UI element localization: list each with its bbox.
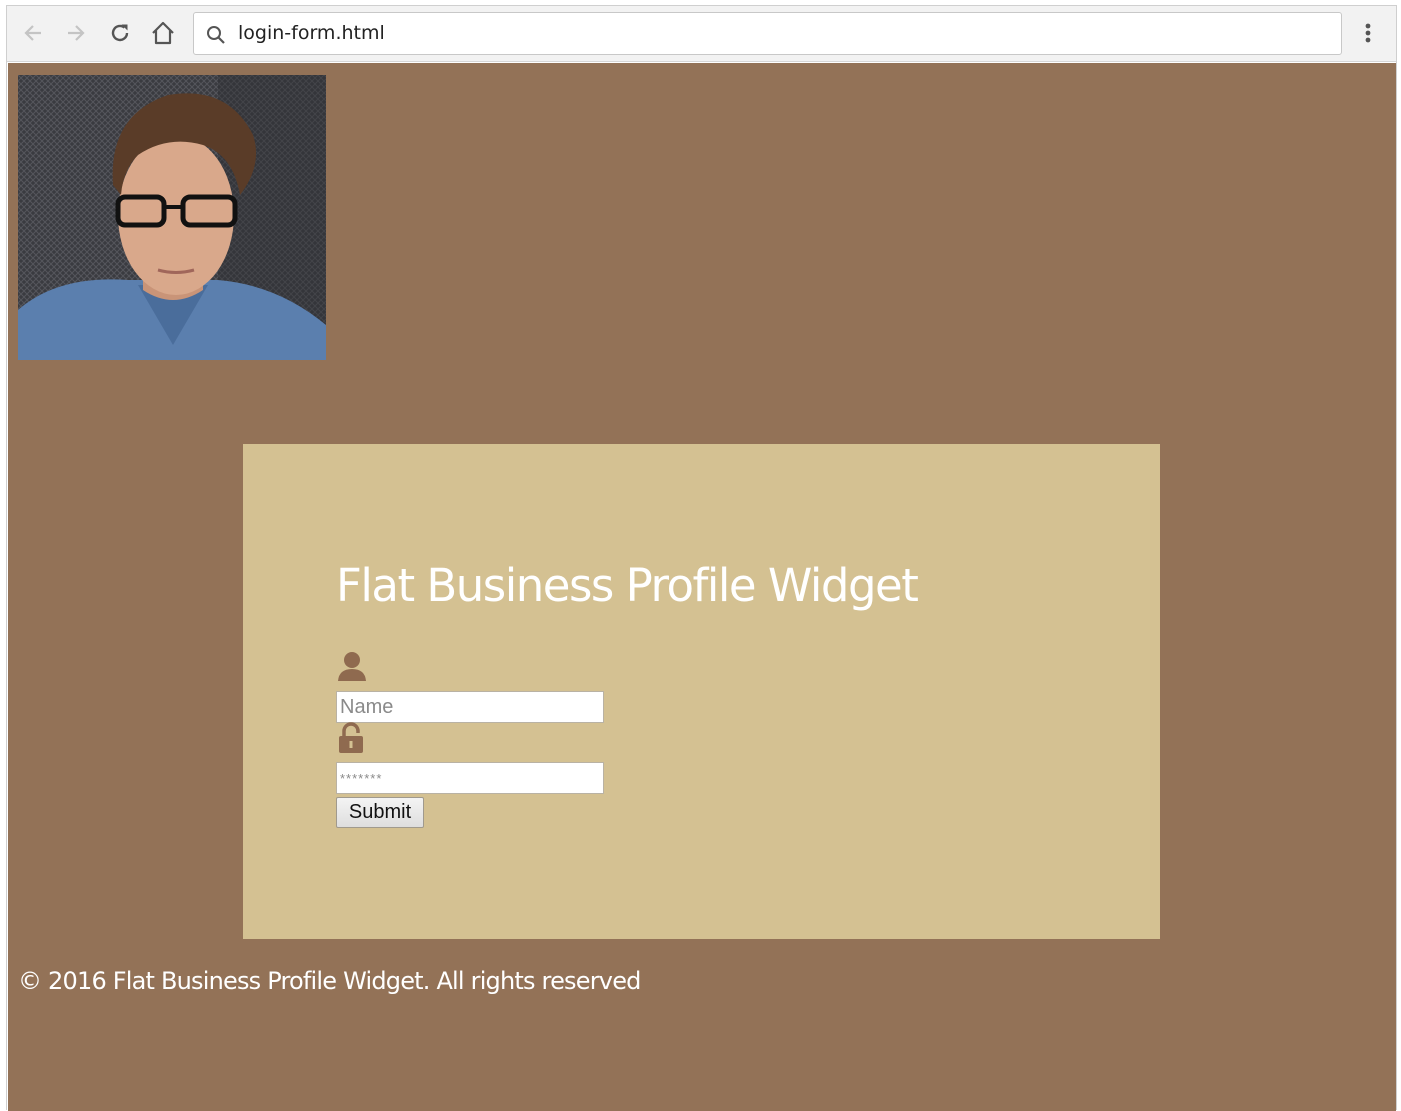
address-input[interactable] xyxy=(238,13,1318,54)
browser-toolbar xyxy=(7,6,1396,62)
arrow-right-icon xyxy=(68,25,85,41)
search-icon xyxy=(207,26,225,44)
forward-button[interactable] xyxy=(60,17,92,49)
lock-icon xyxy=(339,722,363,753)
name-field[interactable] xyxy=(336,691,604,723)
submit-button[interactable]: Submit xyxy=(336,797,424,828)
reload-button[interactable] xyxy=(104,17,136,49)
back-button[interactable] xyxy=(17,17,49,49)
reload-icon xyxy=(111,24,129,42)
kebab-menu-icon xyxy=(1365,23,1371,43)
arrow-left-icon xyxy=(24,25,41,41)
page-viewport: Flat Business Profile Widget Submit © 20… xyxy=(8,63,1396,1111)
password-field[interactable] xyxy=(336,762,604,794)
footer-copyright: © 2016 Flat Business Profile Widget. All… xyxy=(18,967,641,995)
browser-menu-button[interactable] xyxy=(1356,18,1380,48)
address-bar[interactable] xyxy=(193,12,1342,55)
page-title: Flat Business Profile Widget xyxy=(336,559,919,612)
home-icon xyxy=(152,21,174,45)
home-button[interactable] xyxy=(147,17,179,49)
profile-photo xyxy=(18,75,326,360)
profile-photo-illustration xyxy=(18,75,326,360)
login-panel: Flat Business Profile Widget Submit xyxy=(243,444,1160,939)
browser-window: Flat Business Profile Widget Submit © 20… xyxy=(6,5,1397,1111)
user-icon xyxy=(338,652,366,681)
